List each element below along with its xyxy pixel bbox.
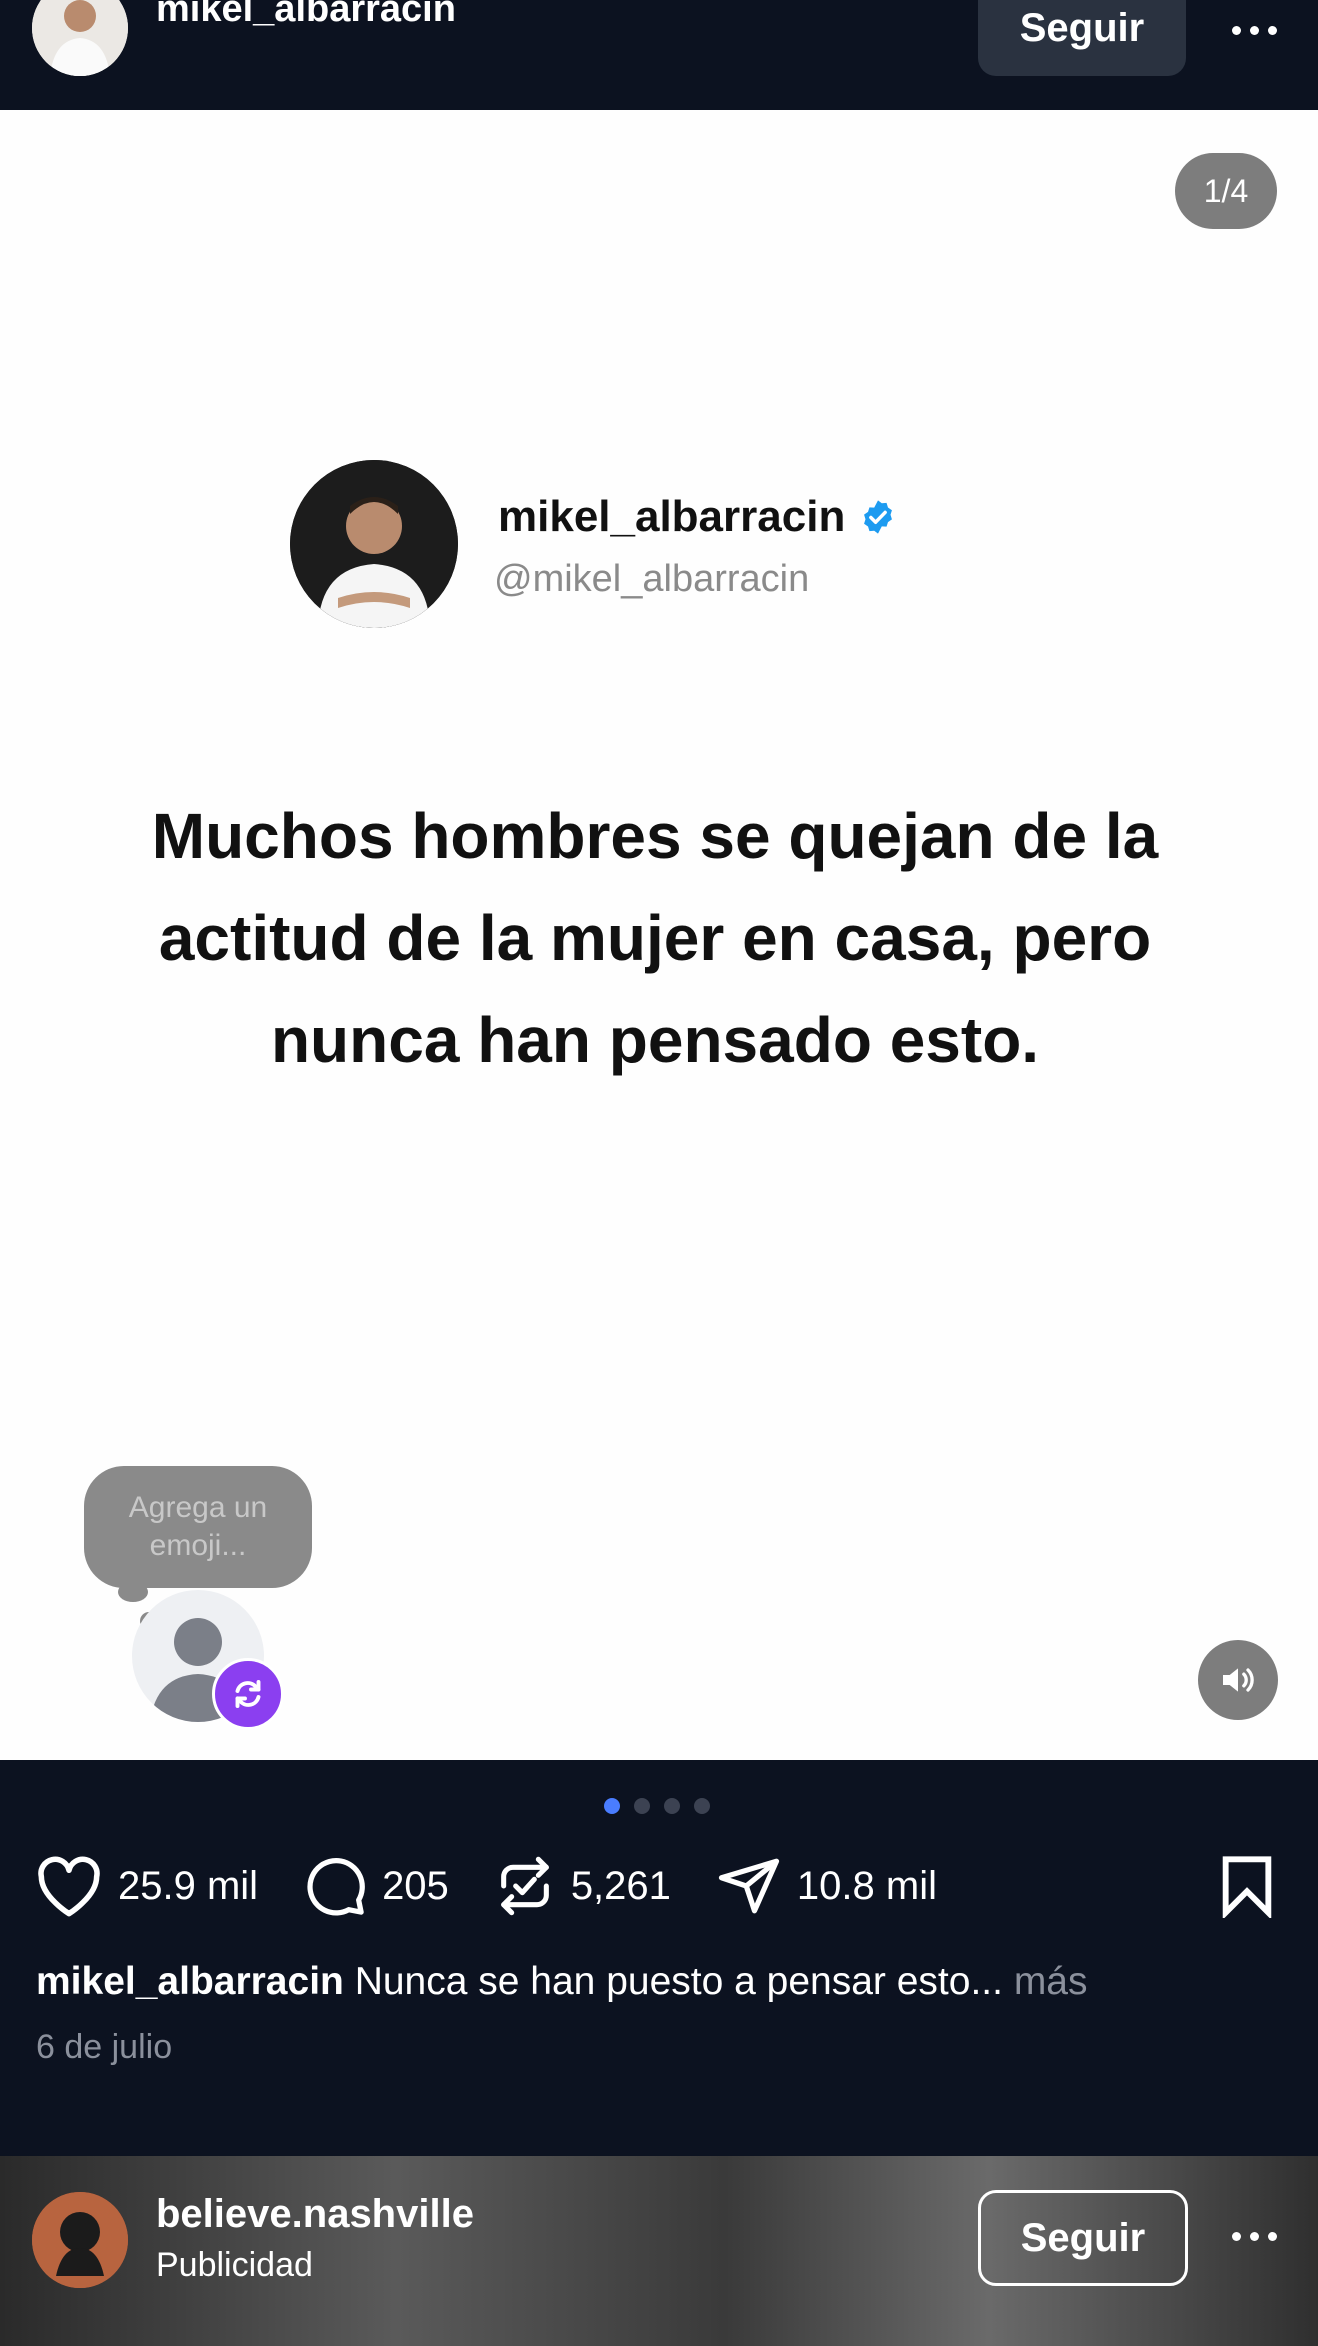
quote-text: Muchos hombres se quejan de la actitud d… bbox=[151, 800, 1159, 1076]
action-bar: 25.9 mil 205 5,261 10.8 mil bbox=[34, 1850, 981, 1922]
card-handle: @mikel_albarracin bbox=[494, 558, 810, 600]
card-name: mikel_albarracin bbox=[498, 492, 897, 542]
next-post-avatar[interactable] bbox=[32, 2192, 128, 2288]
post-date: 6 de julio bbox=[36, 2028, 173, 2066]
bookmark-icon[interactable] bbox=[1218, 1854, 1276, 1923]
share-button[interactable]: 10.8 mil bbox=[715, 1853, 937, 1919]
send-icon bbox=[718, 1858, 780, 1914]
like-button[interactable]: 25.9 mil bbox=[34, 1854, 258, 1918]
repost-button[interactable]: 5,261 bbox=[493, 1853, 671, 1919]
more-options-icon[interactable] bbox=[1232, 26, 1277, 35]
pager-dot bbox=[664, 1798, 680, 1814]
comment-button[interactable]: 205 bbox=[302, 1853, 449, 1919]
next-more-options-icon[interactable] bbox=[1232, 2232, 1277, 2241]
next-post-username[interactable]: believe.nashville bbox=[156, 2192, 474, 2237]
post-caption: mikel_albarracin Nunca se han puesto a p… bbox=[36, 1960, 1296, 2004]
more-link[interactable]: más bbox=[1014, 1960, 1088, 2003]
comment-count: 205 bbox=[382, 1863, 449, 1908]
repost-count: 5,261 bbox=[570, 1863, 671, 1908]
author-username[interactable]: mikel_albarracin bbox=[156, 0, 456, 31]
sound-icon[interactable] bbox=[1198, 1640, 1278, 1720]
next-follow-button[interactable]: Seguir bbox=[978, 2190, 1188, 2286]
card-name-text: mikel_albarracin bbox=[498, 492, 846, 541]
pager-dot bbox=[694, 1798, 710, 1814]
swap-icon[interactable] bbox=[212, 1658, 284, 1730]
pager-dot bbox=[634, 1798, 650, 1814]
card-avatar bbox=[290, 460, 458, 628]
caption-username[interactable]: mikel_albarracin bbox=[36, 1960, 344, 2003]
heart-icon bbox=[38, 1856, 100, 1917]
carousel-pager bbox=[604, 1798, 710, 1814]
share-count: 10.8 mil bbox=[796, 1863, 937, 1908]
pager-dot-active bbox=[604, 1798, 620, 1814]
repost-icon bbox=[500, 1856, 549, 1916]
follow-button[interactable]: Seguir bbox=[978, 0, 1186, 76]
like-count: 25.9 mil bbox=[118, 1863, 259, 1908]
slide-counter: 1/4 bbox=[1175, 153, 1277, 229]
sponsored-label: Publicidad bbox=[156, 2246, 313, 2284]
comment-icon bbox=[307, 1858, 365, 1916]
caption-text: Nunca se han puesto a pensar esto... bbox=[354, 1960, 1003, 2003]
bubble-tail bbox=[118, 1582, 148, 1602]
verified-badge-icon bbox=[864, 500, 893, 534]
emoji-prompt-bubble[interactable]: Agrega un emoji... bbox=[84, 1466, 312, 1588]
